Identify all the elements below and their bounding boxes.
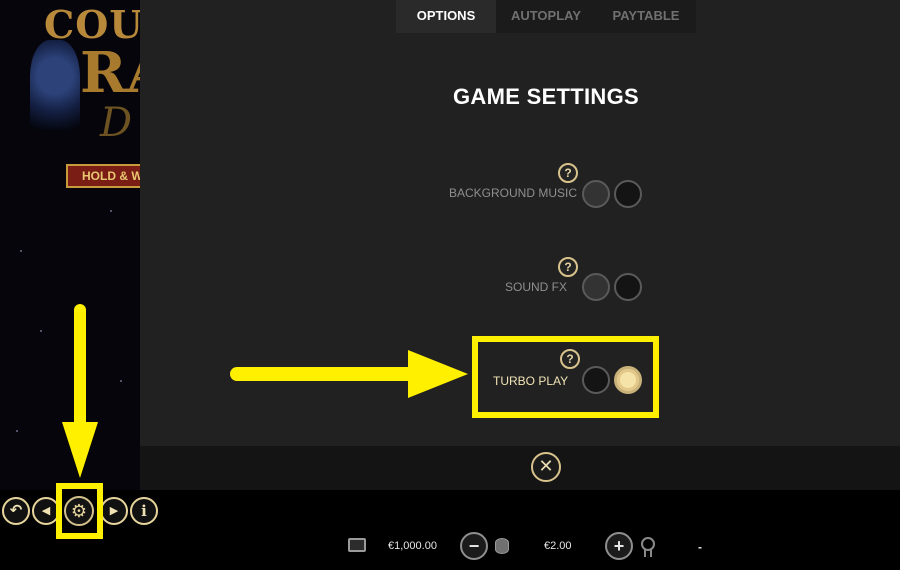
settings-button-highlight bbox=[56, 483, 103, 539]
close-icon[interactable]: ✕ bbox=[531, 452, 561, 482]
award-icon bbox=[641, 537, 655, 551]
chip-stack-icon bbox=[495, 538, 509, 554]
logo-text-script: D bbox=[100, 100, 133, 146]
settings-title: GAME SETTINGS bbox=[452, 84, 640, 109]
next-icon[interactable]: ▶ bbox=[100, 497, 128, 525]
tab-options[interactable]: OPTIONS bbox=[396, 0, 496, 33]
turbo-play-highlight bbox=[472, 336, 659, 418]
award-ribbon bbox=[644, 550, 652, 557]
star bbox=[16, 430, 18, 432]
background-music-on-toggle[interactable] bbox=[614, 180, 642, 208]
settings-tabbar: OPTIONS AUTOPLAY PAYTABLE bbox=[396, 0, 696, 33]
sound-fx-label: SOUND FX bbox=[505, 280, 568, 294]
star bbox=[40, 330, 42, 332]
logo-text-mid: RA bbox=[80, 40, 140, 106]
sound-fx-off-toggle[interactable] bbox=[582, 273, 610, 301]
balance-value: €1,000.00 bbox=[388, 540, 437, 552]
sound-fx-on-toggle[interactable] bbox=[614, 273, 642, 301]
logo-ornament bbox=[30, 40, 80, 130]
arrow-down-shaft bbox=[74, 304, 86, 432]
tab-autoplay[interactable]: AUTOPLAY bbox=[496, 0, 596, 33]
help-icon[interactable]: ? bbox=[558, 257, 578, 277]
background-music-off-toggle[interactable] bbox=[582, 180, 610, 208]
help-icon[interactable]: ? bbox=[558, 163, 578, 183]
star bbox=[110, 210, 112, 212]
wallet-icon bbox=[348, 538, 366, 552]
star bbox=[20, 250, 22, 252]
arrow-right-shaft bbox=[230, 367, 420, 381]
tab-paytable[interactable]: PAYTABLE bbox=[596, 0, 696, 33]
close-strip bbox=[140, 446, 900, 490]
arrow-right-head bbox=[408, 350, 468, 398]
increase-bet-button[interactable]: + bbox=[605, 532, 633, 560]
info-icon[interactable]: i bbox=[130, 497, 158, 525]
win-value: - bbox=[698, 540, 702, 554]
back-icon[interactable]: ↶ bbox=[2, 497, 30, 525]
arrow-down-head bbox=[62, 422, 98, 478]
game-background: COU RA D HOLD & W bbox=[0, 0, 140, 490]
decrease-bet-button[interactable]: − bbox=[460, 532, 488, 560]
background-music-label: BACKGROUND MUSIC bbox=[449, 186, 578, 200]
bet-value: €2.00 bbox=[544, 540, 572, 552]
logo-banner: HOLD & W bbox=[66, 164, 140, 188]
star bbox=[120, 380, 122, 382]
